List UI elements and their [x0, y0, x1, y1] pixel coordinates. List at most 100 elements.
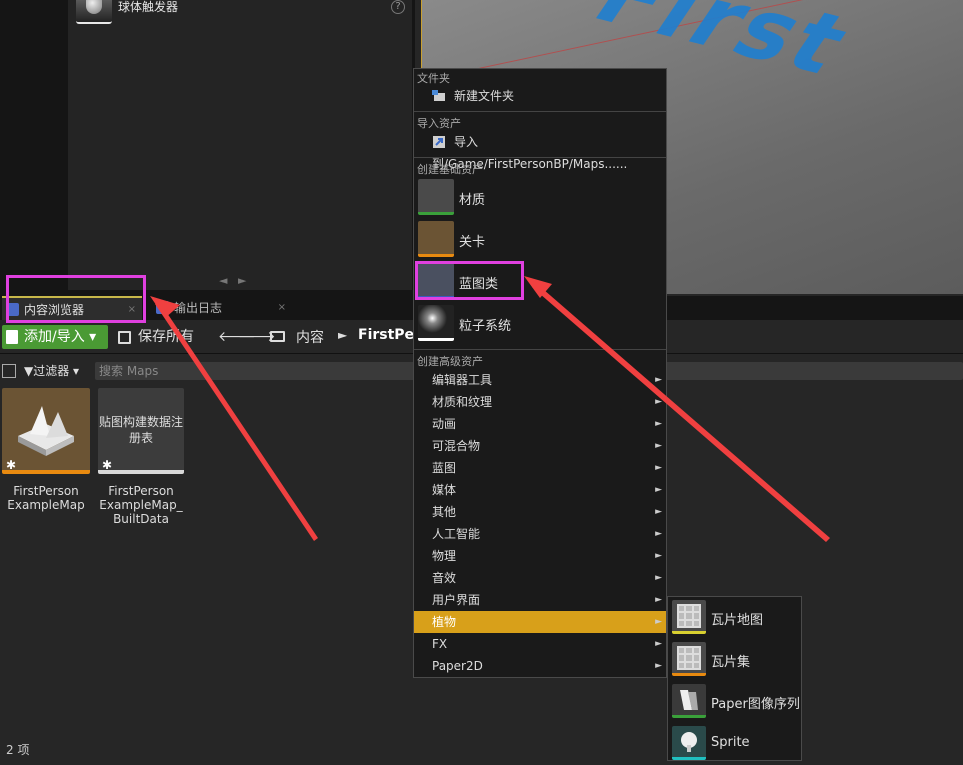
menu-item-misc[interactable]: 其他 ►	[414, 501, 666, 523]
asset-thumbnail: 贴图构建数据注册表 ✱	[98, 388, 184, 474]
menu-item-label: 植物	[432, 615, 457, 629]
scroll-left-icon[interactable]: ◄	[219, 274, 227, 287]
menu-item-label: 物理	[432, 549, 457, 563]
chevron-right-icon: ►	[655, 419, 662, 429]
add-import-button[interactable]: 添加/导入 ▾	[2, 325, 108, 349]
tile-set-icon	[672, 642, 706, 676]
sprite-tree-icon	[681, 732, 697, 752]
tab-output-log[interactable]: 输出日志 ×	[152, 296, 292, 320]
section-header-folder: 文件夹	[417, 72, 450, 85]
menu-item-media[interactable]: 媒体 ►	[414, 479, 666, 501]
chevron-right-icon: ►	[655, 661, 662, 671]
menu-item-label: 蓝图	[432, 461, 457, 475]
new-file-icon	[6, 330, 18, 344]
menu-item-import-to[interactable]: 导入到/Game/FirstPersonBP/Maps......	[414, 131, 666, 171]
scroll-right-icon[interactable]: ►	[238, 274, 246, 287]
asset-thumbnail: ✱	[2, 388, 90, 474]
grid-icon	[677, 646, 701, 670]
menu-separator	[414, 111, 666, 112]
chevron-right-icon: ►	[655, 397, 662, 407]
section-header-import: 导入资产	[417, 117, 461, 130]
menu-item-label: 音效	[432, 571, 457, 585]
view-options-icon[interactable]	[2, 364, 16, 378]
menu-item-ai[interactable]: 人工智能 ►	[414, 523, 666, 545]
breadcrumb-firstperson[interactable]: FirstPer	[358, 327, 421, 343]
item-count: 2 项	[6, 743, 30, 757]
save-icon	[118, 331, 131, 344]
menu-item-label: 其他	[432, 505, 457, 519]
unsaved-star-icon: ✱	[102, 458, 113, 472]
menu-item-animation[interactable]: 动画 ►	[414, 413, 666, 435]
menu-item-fx[interactable]: FX ►	[414, 633, 666, 655]
submenu-item-tile-set[interactable]: 瓦片集	[668, 639, 801, 681]
chevron-right-icon: ►	[655, 507, 662, 517]
flipbook-icon	[672, 684, 706, 718]
submenu-item-flipbook[interactable]: Paper图像序列	[668, 681, 801, 723]
chevron-right-icon: ►	[655, 551, 662, 561]
menu-item-label: 编辑器工具	[432, 373, 493, 387]
submenu-item-sprite[interactable]: Sprite	[668, 723, 801, 765]
sprite-icon	[672, 726, 706, 760]
menu-item-label: 可混合物	[432, 439, 481, 453]
folder-icon[interactable]	[270, 331, 285, 342]
menu-item-label: 动画	[432, 417, 457, 431]
menu-item-physics[interactable]: 物理 ►	[414, 545, 666, 567]
asset-thumbnail-text: 贴图构建数据注册表	[98, 415, 183, 445]
output-log-icon	[156, 301, 169, 314]
breadcrumb-separator-icon[interactable]: ►	[338, 328, 347, 342]
menu-item-label: FX	[432, 637, 448, 651]
highlight-box-content-browser	[6, 275, 146, 323]
section-header-advanced: 创建高级资产	[417, 355, 483, 368]
asset-label: FirstPerson ExampleMap	[7, 484, 85, 512]
menu-item-sounds[interactable]: 音效 ►	[414, 567, 666, 589]
sphere-icon	[86, 0, 102, 14]
flipbook-pages-icon	[680, 690, 698, 710]
placement-list	[68, 0, 412, 290]
chevron-right-icon: ►	[655, 463, 662, 473]
menu-separator	[414, 157, 666, 158]
submenu-item-label: Sprite	[711, 735, 750, 750]
submenu-item-label: Paper图像序列	[711, 697, 800, 712]
chevron-right-icon: ►	[655, 529, 662, 539]
menu-item-label: 媒体	[432, 483, 457, 497]
menu-item-paper2d[interactable]: Paper2D ►	[414, 655, 666, 677]
add-asset-context-menu: 文件夹 新建文件夹 导入资产 导入到/Game/FirstPersonBP/Ma…	[413, 68, 667, 678]
menu-item-label: 关卡	[459, 235, 486, 250]
menu-item-label: 人工智能	[432, 527, 481, 541]
menu-item-level[interactable]: 关卡	[414, 219, 666, 259]
submenu-item-label: 瓦片地图	[711, 613, 764, 628]
chevron-right-icon: ►	[655, 441, 662, 451]
filter-dropdown[interactable]: ▼过滤器 ▾	[24, 362, 79, 379]
menu-item-particle-system[interactable]: 粒子系统	[414, 303, 666, 343]
submenu-item-tile-map[interactable]: 瓦片地图	[668, 597, 801, 639]
menu-item-material[interactable]: 材质	[414, 177, 666, 217]
menu-item-materials-textures[interactable]: 材质和纹理 ►	[414, 391, 666, 413]
menu-separator	[414, 349, 666, 350]
sphere-trigger-label: 球体触发器	[118, 0, 179, 14]
breadcrumb-content[interactable]: 内容	[296, 327, 324, 347]
help-icon[interactable]: ?	[391, 0, 405, 14]
chevron-right-icon: ►	[655, 617, 662, 627]
chevron-right-icon: ►	[655, 375, 662, 385]
asset-label: FirstPerson ExampleMap_ BuiltData	[99, 484, 183, 526]
paper2d-submenu: 瓦片地图 瓦片集 Paper图像序列 Sprite	[667, 596, 802, 761]
save-all-label: 保存所有	[138, 329, 194, 345]
chevron-right-icon: ►	[655, 573, 662, 583]
highlight-box-blueprint-class	[415, 261, 524, 300]
material-icon	[418, 179, 454, 215]
unsaved-star-icon: ✱	[6, 458, 17, 472]
save-all-button[interactable]: 保存所有	[116, 325, 208, 349]
close-icon[interactable]: ×	[278, 296, 286, 320]
menu-item-blueprints[interactable]: 蓝图 ►	[414, 457, 666, 479]
menu-item-new-folder[interactable]: 新建文件夹	[414, 85, 666, 107]
sphere-trigger-item[interactable]: 球体触发器	[76, 0, 406, 24]
sphere-trigger-thumbnail	[76, 0, 112, 24]
menu-item-editor-tools[interactable]: 编辑器工具 ►	[414, 369, 666, 391]
menu-item-foliage[interactable]: 植物 ►	[414, 611, 666, 633]
level-map-icon	[18, 406, 74, 456]
tab-label: 输出日志	[174, 301, 223, 315]
menu-item-user-interface[interactable]: 用户界面 ►	[414, 589, 666, 611]
menu-item-label: 用户界面	[432, 593, 481, 607]
menu-item-blendables[interactable]: 可混合物 ►	[414, 435, 666, 457]
grid-icon	[677, 604, 701, 628]
